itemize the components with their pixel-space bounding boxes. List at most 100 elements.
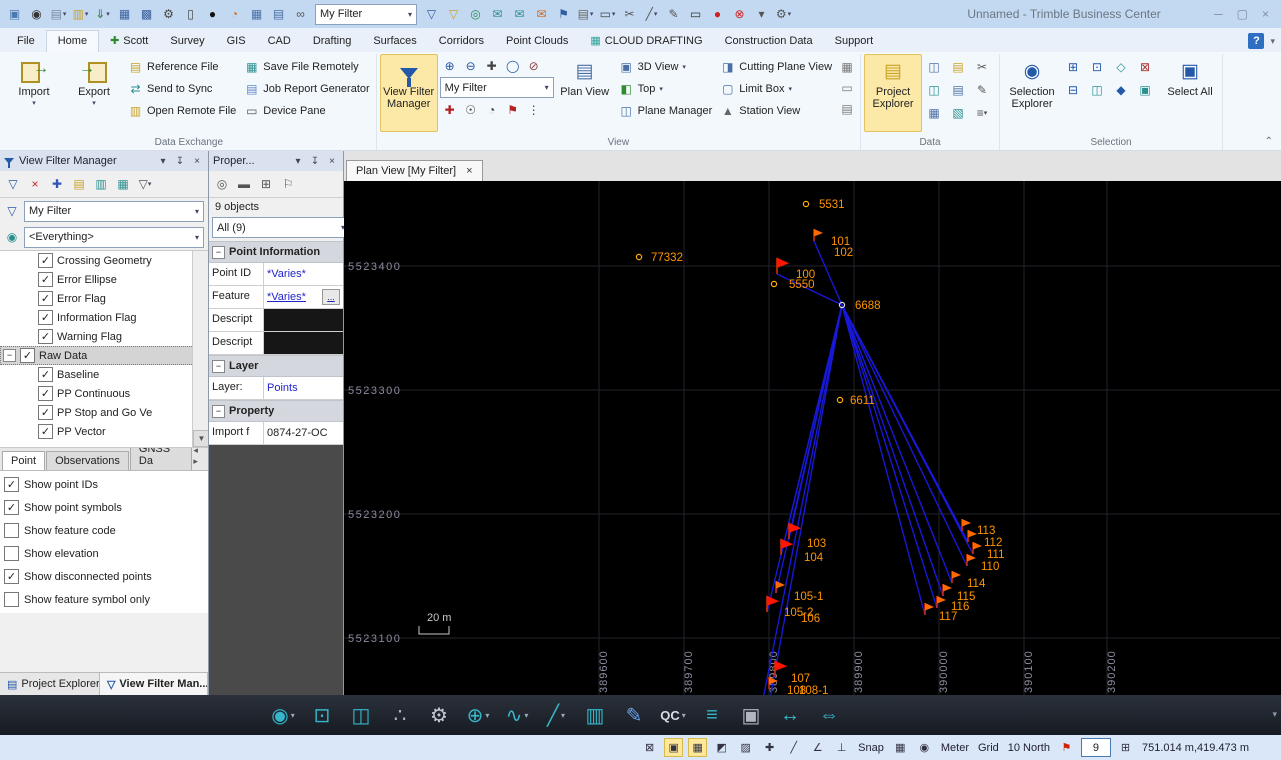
tab-point[interactable]: Point [2, 451, 46, 470]
data-pen-icon[interactable]: ✎ [972, 80, 992, 99]
grid-mode-icon[interactable]: ▦ [688, 738, 708, 757]
checkbox[interactable] [38, 424, 53, 439]
sketch-tool-icon[interactable]: ✎ [619, 699, 649, 731]
tab-file[interactable]: File [6, 31, 46, 52]
point-label-110[interactable]: 110 [981, 561, 999, 573]
settings-icon[interactable]: ⚙ [158, 4, 179, 24]
point-label-6611[interactable]: 6611 [850, 395, 875, 407]
point-label-117[interactable]: 117 [939, 611, 957, 623]
data-sheet-icon[interactable]: ▤ [948, 57, 968, 76]
move-filter-icon[interactable]: ✚ [47, 175, 67, 194]
point-label-105-1[interactable]: 105-1 [794, 591, 823, 603]
vfm-scope-combo[interactable]: <Everything> ▾ [24, 226, 204, 248]
gear-dd-icon[interactable]: ⚙ ▾ [773, 4, 794, 24]
collapse-icon[interactable]: − [212, 404, 225, 418]
cutting-plane-view-button[interactable]: ◨ Cutting Plane View [717, 56, 835, 77]
import-button[interactable]: → Import ▾ [5, 54, 63, 132]
titlebar-filter-combo[interactable]: My Filter ▾ [315, 3, 417, 25]
top-button[interactable]: ◧ Top ▾ [616, 78, 716, 99]
tab-observations[interactable]: Observations [46, 451, 129, 470]
save-all-icon[interactable]: ▩ [136, 4, 157, 24]
flag-quick-icon[interactable]: ⚑ [553, 4, 574, 24]
point-label-5531[interactable]: 5531 [819, 199, 845, 211]
monitor-grid-icon[interactable]: ◫ [924, 57, 944, 76]
expander-icon[interactable]: − [3, 349, 16, 362]
monitor2-icon[interactable]: ◫ [924, 80, 944, 99]
tab-gis[interactable]: GIS [216, 31, 257, 52]
checkbox[interactable] [38, 405, 53, 420]
data-grid-icon[interactable]: ▦ [924, 103, 944, 122]
select-box-icon[interactable]: ⊞ [1063, 57, 1083, 76]
property-value[interactable]: *Varies*... [264, 286, 343, 308]
timer-icon[interactable]: ◔ [224, 4, 245, 24]
line-snap-icon[interactable]: ╱ [784, 738, 803, 757]
station-view-button[interactable]: ▲ Station View [717, 100, 835, 121]
checkbox[interactable] [38, 329, 53, 344]
collapse-icon[interactable]: − [212, 359, 225, 373]
tree-item-information-flag[interactable]: Information Flag [0, 308, 208, 327]
north-flag-icon[interactable]: ⚑ [1057, 738, 1076, 757]
toolbar-scroll-icon[interactable]: ▾ [1272, 709, 1277, 720]
multi-monitor-icon[interactable]: ▥ [580, 699, 610, 731]
filter-blue-icon[interactable]: ▽ [421, 4, 442, 24]
tab-home[interactable]: Home [45, 30, 100, 52]
power-icon[interactable]: ◉ [26, 4, 47, 24]
view-filter-manager-tab[interactable]: ▽ View Filter Man... [99, 673, 208, 695]
sheet-calc-icon[interactable]: ▦ [837, 57, 857, 76]
settings-gear-icon[interactable]: ⚙ [424, 699, 454, 731]
point-label-112[interactable]: 112 [984, 537, 1002, 549]
close-icon[interactable]: × [466, 165, 472, 177]
option-show-feature-code[interactable]: Show feature code [4, 523, 204, 538]
dual-view-icon[interactable]: ◫ [346, 699, 376, 731]
point-label-6688[interactable]: 6688 [855, 300, 881, 312]
checkbox[interactable] [4, 546, 19, 561]
panel-menu-icon[interactable]: ▾ [156, 156, 170, 167]
layers-yellow-icon[interactable]: ▤ [69, 175, 89, 194]
zoom-extents-tool-icon[interactable]: ⊡ [307, 699, 337, 731]
select-add-icon[interactable]: ⊟ [1063, 80, 1083, 99]
ribbon-collapse-icon[interactable]: ⌃ [1265, 136, 1273, 147]
measure-quick-icon[interactable]: ╱ ▾ [641, 4, 662, 24]
layers-tool-icon[interactable]: ≡ [697, 699, 727, 731]
measure-tool-icon[interactable]: ╱ ▾ [541, 699, 571, 731]
tree-item-pp-stop-and-go-ve[interactable]: PP Stop and Go Ve [0, 403, 208, 422]
point-label-106[interactable]: 106 [801, 613, 820, 625]
tab-drafting[interactable]: Drafting [302, 31, 363, 52]
plan-canvas[interactable]: 389600 389700 389800 389900 390000 390100 3902… [344, 181, 1280, 700]
point-label-113[interactable]: 113 [977, 525, 995, 537]
plan-view-tab[interactable]: Plan View [My Filter] × [346, 160, 483, 181]
help-button[interactable]: ? [1248, 33, 1265, 49]
point-label-107[interactable]: 107 [791, 673, 810, 685]
compass-icon[interactable]: ◎ [465, 4, 486, 24]
open-file-icon[interactable]: ▥ ▾ [70, 4, 91, 24]
pan-icon[interactable]: ✚ [440, 100, 460, 119]
pin-icon[interactable]: ↧ [308, 156, 322, 167]
mail-download-icon[interactable]: ✉ [509, 4, 530, 24]
view-filter-manager-button[interactable]: View Filter Manager [379, 54, 438, 132]
select-all-button[interactable]: ▣ Select All [1161, 54, 1219, 132]
close-button[interactable]: × [1262, 7, 1269, 21]
plan-view-button[interactable]: ▤ Plan View [556, 54, 614, 132]
props-line-icon[interactable]: ▬ [234, 175, 254, 194]
tree-item-error-flag[interactable]: Error Flag [0, 289, 208, 308]
selection-mode-icon[interactable]: ⊠ [640, 738, 659, 757]
keyboard-pane-icon[interactable]: ▭ [837, 78, 857, 97]
filter-edit-icon[interactable]: ▽ [443, 4, 464, 24]
app-icon[interactable]: ▣ [4, 4, 25, 24]
delete-filter-icon[interactable]: × [25, 175, 45, 194]
tree-scrollbar[interactable]: ▼ [192, 251, 208, 447]
selection-explorer-button[interactable]: ◉ Selection Explorer [1003, 54, 1061, 132]
center-snap-icon[interactable]: ◉ [915, 738, 934, 757]
option-show-disconnected-points[interactable]: Show disconnected points [4, 569, 204, 584]
hatch-mode-icon[interactable]: ▨ [736, 738, 755, 757]
tab-scott[interactable]: ✚ Scott [99, 30, 159, 52]
checkbox[interactable] [4, 569, 19, 584]
orbit-icon[interactable]: ☉ [461, 100, 481, 119]
view-more-icon[interactable]: ⋮ [524, 100, 544, 119]
close-icon[interactable]: × [325, 156, 339, 167]
point-label-114[interactable]: 114 [967, 578, 986, 590]
tree-item-pp-continuous[interactable]: PP Continuous [0, 384, 208, 403]
snip-icon[interactable]: ● [202, 4, 223, 24]
checkbox[interactable] [4, 500, 19, 515]
tree-item-pp-vector[interactable]: PP Vector [0, 422, 208, 441]
